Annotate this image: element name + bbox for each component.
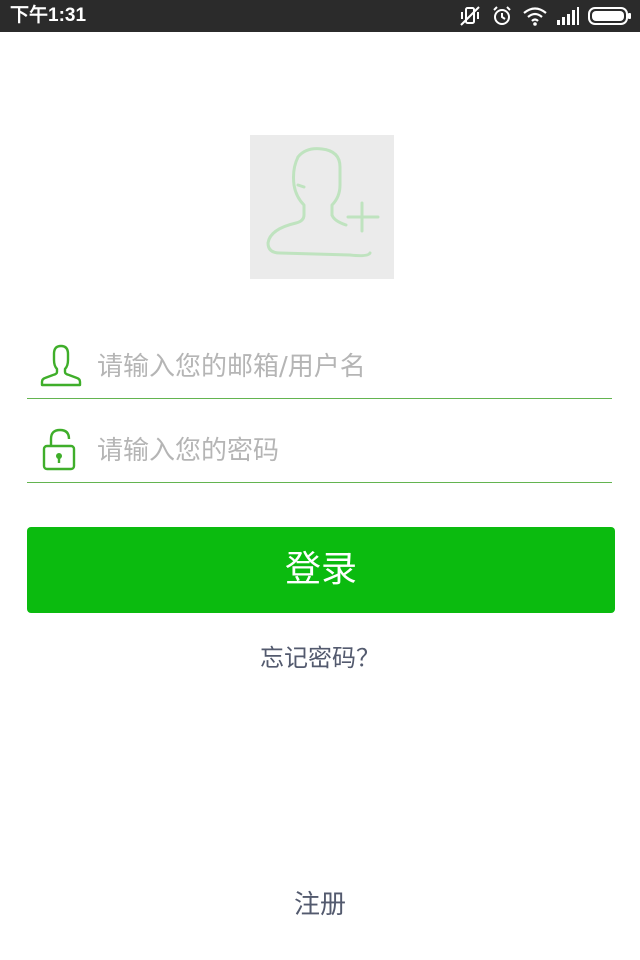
vibrate-off-icon	[458, 4, 482, 28]
unlocked-padlock-icon	[42, 428, 76, 471]
login-button[interactable]: 登录	[27, 527, 615, 613]
add-user-icon	[266, 147, 380, 258]
avatar[interactable]	[250, 135, 394, 279]
status-icons	[458, 2, 632, 30]
register-link[interactable]: 注册	[0, 885, 640, 925]
forgot-password-link[interactable]: 忘记密码？	[0, 640, 640, 676]
username-input[interactable]	[97, 346, 597, 388]
username-field-row	[27, 334, 612, 399]
user-icon	[40, 344, 82, 387]
status-time: 下午1:31	[10, 5, 87, 26]
password-field-row	[27, 418, 612, 483]
battery-icon	[588, 6, 632, 26]
signal-icon	[556, 6, 580, 26]
alarm-icon	[490, 4, 514, 28]
password-input[interactable]	[97, 430, 597, 472]
status-bar: 下午1:31	[0, 0, 640, 32]
login-screen: 下午1:31 请输入您的邮箱/用户名 登录 忘记密码？ 注册	[0, 0, 640, 960]
wifi-icon	[522, 5, 548, 27]
